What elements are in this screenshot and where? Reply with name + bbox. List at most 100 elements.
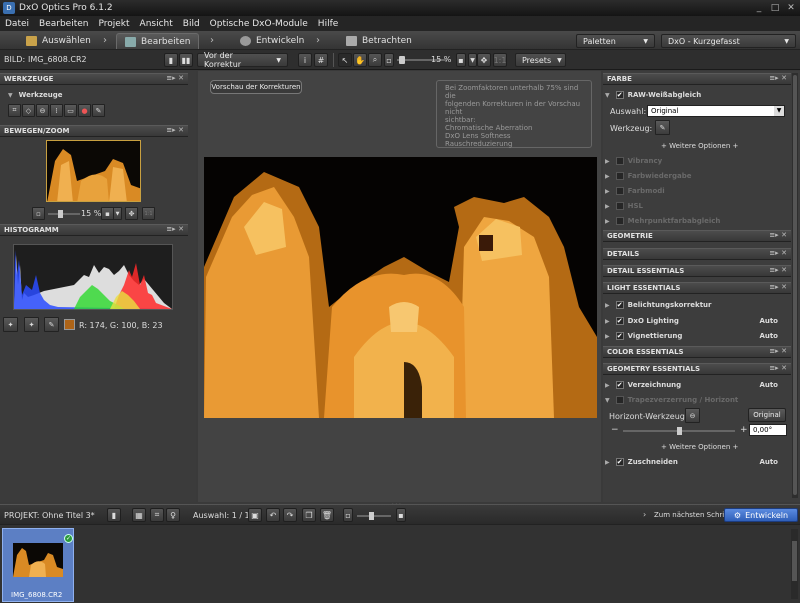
- menu-datei[interactable]: Datei: [0, 19, 34, 29]
- one-to-one-icon[interactable]: 1:1: [493, 53, 507, 67]
- farbmodi-row[interactable]: ▶ Farbmodi: [605, 184, 665, 198]
- vibrancy-row[interactable]: ▶ Vibrancy: [605, 154, 662, 168]
- geometry-essentials-header[interactable]: GEOMETRY ESSENTIALS ≡▸ ✕: [603, 363, 791, 375]
- chevron-down-icon[interactable]: ▼: [774, 106, 784, 116]
- tab-betrachten[interactable]: Betrachten: [346, 33, 412, 49]
- chevron-down-icon[interactable]: ▼: [113, 207, 122, 220]
- details-header[interactable]: DETAILS ≡▸ ✕: [603, 248, 791, 260]
- select-icon[interactable]: ⌗: [150, 508, 164, 522]
- more-options-link-2[interactable]: + Weitere Optionen +: [661, 443, 738, 451]
- panel-menu-icon[interactable]: ≡▸ ✕: [166, 74, 184, 82]
- panel-menu-icon[interactable]: ≡▸ ✕: [166, 126, 184, 134]
- presets-dropdown[interactable]: Presets ▼: [515, 53, 566, 67]
- chevron-down-icon[interactable]: ▼: [468, 53, 477, 67]
- compare-select[interactable]: Vor der Korrektur ▼: [197, 51, 288, 69]
- detail-essentials-header[interactable]: DETAIL ESSENTIALS ≡▸ ✕: [603, 265, 791, 277]
- raw-wb-checkbox[interactable]: ✔: [615, 91, 624, 99]
- vignettierung-row[interactable]: ▶ ✔ Vignettierung Auto: [605, 329, 790, 343]
- move-zoom-panel-header[interactable]: BEWEGEN/ZOOM ≡▸ ✕: [0, 125, 188, 137]
- verzeichnung-row[interactable]: ▶ ✔ Verzeichnung Auto: [605, 378, 790, 392]
- minus-icon[interactable]: −: [611, 425, 619, 435]
- menu-ansicht[interactable]: Ansicht: [135, 19, 178, 29]
- single-view-icon[interactable]: ▮: [164, 53, 178, 67]
- trash-icon[interactable]: 🗑: [320, 508, 334, 522]
- eraser-icon[interactable]: ◇: [22, 104, 35, 117]
- rotate-left-icon[interactable]: ↶: [266, 508, 280, 522]
- pointer-icon[interactable]: ↖: [338, 53, 352, 67]
- angle-input[interactable]: 0,00°: [749, 424, 787, 436]
- farbwiedergabe-row[interactable]: ▶ Farbwiedergabe: [605, 169, 692, 183]
- zoom-slider-handle[interactable]: [399, 56, 405, 64]
- tab-auswaehlen[interactable]: Auswählen: [26, 33, 91, 49]
- project-icon[interactable]: ▮: [107, 508, 121, 522]
- tools-panel-header[interactable]: WERKZEUGE ≡▸ ✕: [0, 73, 188, 85]
- copy-icon[interactable]: ❐: [302, 508, 316, 522]
- tab-bearbeiten[interactable]: Bearbeiten: [116, 33, 200, 49]
- fit-icon[interactable]: ✥: [125, 207, 138, 220]
- rotate-right-icon[interactable]: ↷: [283, 508, 297, 522]
- minimize-button[interactable]: _: [752, 1, 766, 14]
- eyedropper-icon[interactable]: ✎: [655, 120, 670, 135]
- farbe-header[interactable]: FARBE ≡▸ ✕: [603, 73, 791, 85]
- info-icon[interactable]: i: [298, 53, 312, 67]
- preview-corrections-button[interactable]: Vorschau der Korrekturen: [210, 80, 302, 94]
- image-viewer[interactable]: Vorschau der Korrekturen Bei Zoomfaktore…: [198, 71, 601, 509]
- raw-wb-row[interactable]: ▼ ✔ RAW-Weißabgleich: [605, 88, 701, 102]
- eyedropper-icon[interactable]: ✎: [44, 317, 59, 332]
- image-icon[interactable]: ▣: [248, 508, 262, 522]
- panel-menu-icon[interactable]: ≡▸ ✕: [166, 225, 184, 233]
- tools-subheader[interactable]: ▼ Werkzeuge: [8, 88, 63, 102]
- filmstrip-scrollbar[interactable]: [791, 529, 798, 599]
- next-step-link[interactable]: Zum nächsten Schritt: [654, 511, 730, 519]
- main-image[interactable]: [204, 157, 597, 418]
- nav-zoom-handle[interactable]: [58, 210, 63, 218]
- crop-tool-icon[interactable]: ⌗: [8, 104, 21, 117]
- more-options-link[interactable]: + Weitere Optionen +: [661, 142, 738, 150]
- scrollbar-thumb[interactable]: [793, 75, 797, 495]
- workspace-dropdown[interactable]: DxO - Kurzgefasst ▼: [661, 34, 796, 48]
- shadow-clip-icon[interactable]: ✦: [3, 317, 18, 332]
- right-panel-scrollbar[interactable]: [792, 73, 798, 498]
- horizon-slider[interactable]: [623, 427, 735, 435]
- fit-icon[interactable]: ✥: [477, 53, 491, 67]
- panel-menu-icon[interactable]: ≡▸ ✕: [769, 74, 787, 82]
- entwickeln-button[interactable]: ⚙ Entwickeln: [724, 508, 798, 522]
- highlight-clip-icon[interactable]: ✦: [24, 317, 39, 332]
- eyedropper-icon[interactable]: ✎: [92, 104, 105, 117]
- zoom-icon[interactable]: ⌕: [368, 53, 382, 67]
- tab-entwickeln[interactable]: Entwickeln: [240, 33, 304, 49]
- navigator-thumbnail[interactable]: [46, 140, 141, 202]
- close-button[interactable]: ✕: [784, 1, 798, 14]
- nav-zoom-slider[interactable]: [48, 210, 80, 218]
- mehrpunkt-row[interactable]: ▶ Mehrpunktfarbabgleich: [605, 214, 720, 228]
- panel-menu-icon[interactable]: ≡▸ ✕: [769, 364, 787, 372]
- color-wheel-icon[interactable]: ●: [78, 104, 91, 117]
- trapez-row[interactable]: ▼ Trapezverzerrung / Horizont: [605, 393, 738, 407]
- thumbnail-icon[interactable]: ▦: [132, 508, 146, 522]
- color-essentials-header[interactable]: COLOR ESSENTIALS ≡▸ ✕: [603, 346, 791, 358]
- histogram-panel-header[interactable]: HISTOGRAMM ≡▸ ✕: [0, 224, 188, 236]
- thumbnail-item[interactable]: ✓ IMG_6808.CR2: [2, 528, 74, 602]
- rectangle-icon[interactable]: ▭: [64, 104, 77, 117]
- zuschneiden-row[interactable]: ▶ ✔ Zuschneiden Auto: [605, 455, 790, 469]
- original-button[interactable]: Original: [748, 408, 786, 422]
- pin-icon[interactable]: ♀: [166, 508, 180, 522]
- large-thumb-icon[interactable]: ▪: [396, 508, 406, 522]
- geometrie-header[interactable]: GEOMETRIE ≡▸ ✕: [603, 230, 791, 242]
- level-icon[interactable]: ⊖: [685, 408, 700, 423]
- thumb-size-handle[interactable]: [369, 512, 374, 520]
- plus-icon[interactable]: +: [740, 425, 748, 435]
- zoom-out-icon[interactable]: ▫: [32, 207, 45, 220]
- menu-bild[interactable]: Bild: [178, 19, 205, 29]
- level-icon[interactable]: ⊖: [36, 104, 49, 117]
- panel-menu-icon[interactable]: ≡▸ ✕: [769, 231, 787, 239]
- menu-bearbeiten[interactable]: Bearbeiten: [34, 19, 93, 29]
- small-thumb-icon[interactable]: ▫: [343, 508, 353, 522]
- panel-menu-icon[interactable]: ≡▸ ✕: [769, 283, 787, 291]
- belichtung-row[interactable]: ▶ ✔ Belichtungskorrektur: [605, 298, 790, 312]
- menu-optische-module[interactable]: Optische DxO-Module: [205, 19, 313, 29]
- panel-menu-icon[interactable]: ≡▸ ✕: [769, 266, 787, 274]
- maximize-button[interactable]: □: [768, 1, 782, 14]
- light-essentials-header[interactable]: LIGHT ESSENTIALS ≡▸ ✕: [603, 282, 791, 294]
- grid-icon[interactable]: #: [314, 53, 328, 67]
